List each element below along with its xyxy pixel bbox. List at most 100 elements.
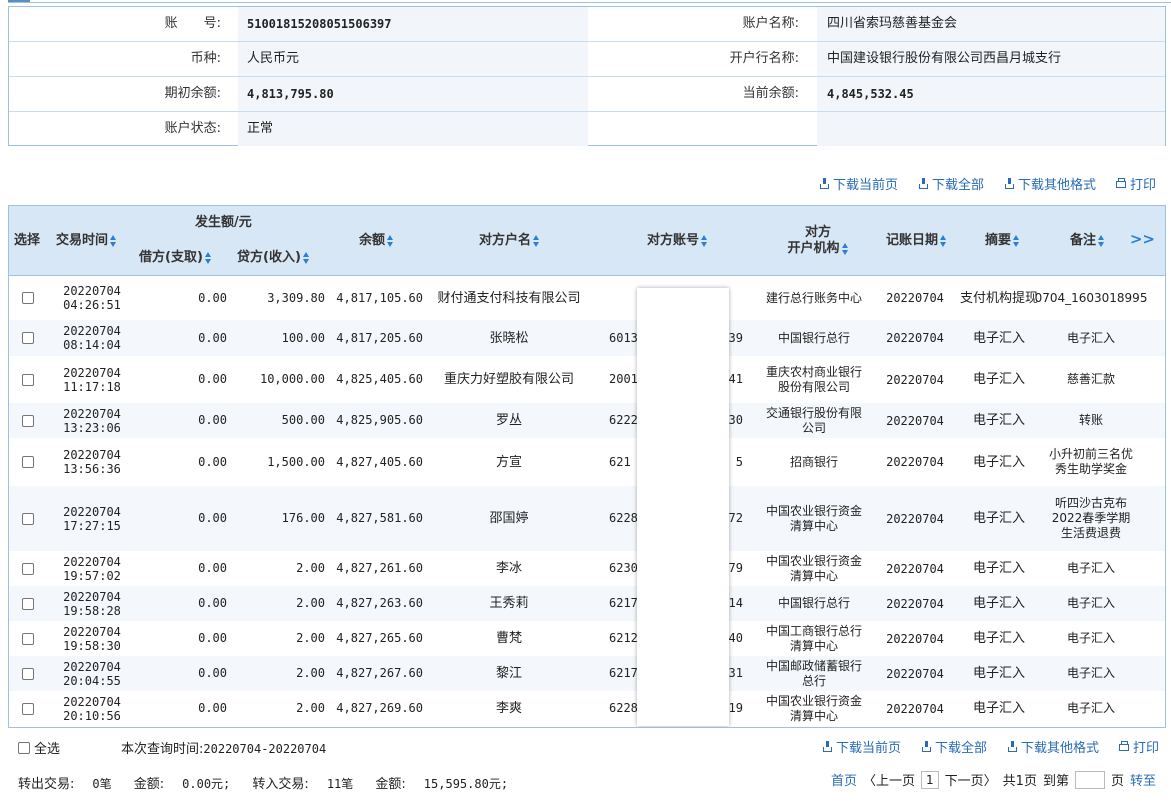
expand-columns-icon[interactable]: >>	[1130, 230, 1155, 248]
row-checkbox[interactable]	[22, 456, 34, 468]
cell-counter-account-head: 6212	[609, 631, 638, 645]
table-row: 20220704 19:57:02 0.00 2.00 4,827,261.60 李冰 62…	[9, 551, 1165, 586]
download-other-format-button[interactable]: 下载其他格式	[1007, 737, 1099, 756]
col-header-summary[interactable]: 摘要	[985, 233, 1020, 249]
account-name-label: 账户名称:	[742, 16, 799, 31]
download-current-page-button[interactable]: 下载当前页	[822, 737, 901, 756]
print-button[interactable]: 打印	[1118, 737, 1159, 756]
cell-summary: 电子汇入	[972, 413, 1025, 428]
col-header-counter-org[interactable]: 对方 开户机构	[782, 225, 854, 257]
col-header-time[interactable]: 交易时间	[56, 233, 117, 249]
out-count: 0笔	[92, 777, 112, 791]
row-checkbox[interactable]	[22, 292, 34, 304]
cell-time: 20220704 08:14:04	[47, 320, 137, 356]
select-all[interactable]: 全选	[18, 738, 60, 757]
download-all-button[interactable]: 下载全部	[918, 174, 984, 193]
opening-balance-value: 4,813,795.80	[247, 87, 334, 101]
cell-counter-account-tail: 72	[728, 511, 743, 525]
first-page-link[interactable]: 首页	[831, 770, 857, 789]
cell-name: 王秀莉	[489, 596, 529, 611]
col-header-counter-org-line1: 对方	[804, 225, 831, 240]
col-header-counter-org-label: 开户机构	[787, 241, 840, 256]
cell-balance: 4,827,263.60	[336, 596, 423, 610]
download-current-label: 下载当前页	[835, 740, 901, 756]
download-icon	[822, 740, 833, 752]
row-checkbox[interactable]	[22, 632, 34, 645]
row-checkbox[interactable]	[22, 512, 34, 525]
col-header-debit[interactable]: 借方(支取)	[139, 250, 212, 266]
col-header-remark[interactable]: 备注	[1070, 233, 1105, 249]
col-header-balance[interactable]: 余额	[359, 233, 394, 249]
in-amount: 金额: 15,595.80元;	[375, 777, 508, 792]
cell-debit: 0.00	[198, 631, 227, 645]
query-time: 本次查询时间:20220704-20220704	[121, 738, 326, 757]
row-checkbox[interactable]	[22, 414, 34, 427]
cell-time-clock: 19:58:28	[63, 603, 121, 618]
current-balance-value: 4,845,532.45	[827, 87, 914, 101]
print-button[interactable]: 打印	[1115, 174, 1156, 193]
row-checkbox[interactable]	[22, 373, 34, 386]
cell-time-date: 20220704	[63, 554, 121, 569]
cell-time-date: 20220704	[63, 694, 121, 709]
cell-debit: 0.00	[198, 511, 227, 525]
cell-counter-account-tail: 79	[728, 561, 743, 575]
row-checkbox[interactable]	[22, 562, 34, 575]
cell-remark: 电子汇入	[1066, 596, 1115, 610]
cell-debit: 0.00	[198, 561, 227, 575]
cell-time: 20220704 19:58:28	[47, 586, 137, 621]
cell-post: 20220704	[886, 331, 944, 345]
cell-name: 重庆力好塑胶有限公司	[443, 372, 574, 387]
row-checkbox[interactable]	[22, 667, 34, 680]
cell-balance: 4,825,405.60	[336, 372, 423, 386]
transaction-table: 选择 交易时间 发生额/元 借方(支取) 贷方(收入) 余额 对方户名 对方账号…	[8, 205, 1166, 728]
col-header-credit[interactable]: 贷方(收入)	[237, 250, 310, 266]
table-header: 选择 交易时间 发生额/元 借方(支取) 贷方(收入) 余额 对方户名 对方账号…	[9, 206, 1165, 276]
prev-page-link[interactable]: 〈上一页	[863, 770, 915, 789]
cell-time-date: 20220704	[63, 406, 121, 421]
cell-time: 20220704 11:17:18	[47, 356, 137, 403]
col-header-counter-account[interactable]: 对方账号	[647, 233, 708, 249]
select-all-checkbox[interactable]	[18, 741, 30, 754]
row-checkbox[interactable]	[22, 702, 34, 715]
cell-post: 20220704	[886, 372, 944, 387]
cell-credit: 2.00	[296, 666, 325, 680]
account-status-label: 账户状态:	[164, 121, 221, 136]
row-checkbox[interactable]	[22, 597, 34, 610]
tab-rule	[8, 2, 1171, 3]
goto-page-input[interactable]	[1074, 770, 1105, 789]
cell-name: 李冰	[495, 561, 522, 576]
sort-icon	[1098, 234, 1105, 248]
next-page-link[interactable]: 下一页〉	[945, 770, 997, 789]
download-icon	[921, 740, 932, 752]
in-amount-value: 15,595.80元;	[423, 777, 509, 791]
download-other-label: 下载其他格式	[1017, 177, 1096, 193]
pagination: 首页 〈上一页 1 下一页〉 共1页 到第 页 转至	[831, 770, 1156, 789]
total-pages: 共1页	[1002, 774, 1037, 789]
download-all-button[interactable]: 下载全部	[921, 737, 987, 756]
download-other-format-button[interactable]: 下载其他格式	[1004, 174, 1096, 193]
cell-time-date: 20220704	[63, 624, 121, 639]
cell-select	[9, 691, 47, 726]
cell-debit: 0.00	[198, 413, 227, 427]
col-header-post-date[interactable]: 记账日期	[886, 233, 947, 249]
download-current-page-button[interactable]: 下载当前页	[819, 174, 898, 193]
cell-summary: 电子汇入	[972, 631, 1025, 646]
row-checkbox[interactable]	[22, 332, 34, 344]
cell-balance: 4,827,269.60	[336, 701, 423, 715]
cell-summary: 电子汇入	[972, 701, 1025, 716]
cell-summary: 电子汇入	[972, 561, 1025, 576]
col-header-counter-name[interactable]: 对方户名	[479, 233, 540, 249]
cell-time-clock: 19:57:02	[63, 568, 121, 583]
cell-org: 中国银行总行	[777, 596, 850, 610]
cell-credit: 2.00	[296, 596, 325, 610]
cell-time-clock: 20:04:55	[63, 673, 121, 688]
cell-credit: 2.00	[296, 561, 325, 575]
cell-summary: 电子汇入	[972, 666, 1025, 681]
download-icon	[1004, 177, 1015, 189]
col-header-credit-label: 贷方(收入)	[237, 250, 301, 265]
current-page[interactable]: 1	[921, 770, 939, 789]
col-header-debit-label: 借方(支取)	[139, 250, 203, 265]
cell-credit: 10,000.00	[259, 372, 325, 386]
out-amount-label: 金额:	[133, 777, 165, 792]
goto-button[interactable]: 转至	[1130, 770, 1156, 789]
